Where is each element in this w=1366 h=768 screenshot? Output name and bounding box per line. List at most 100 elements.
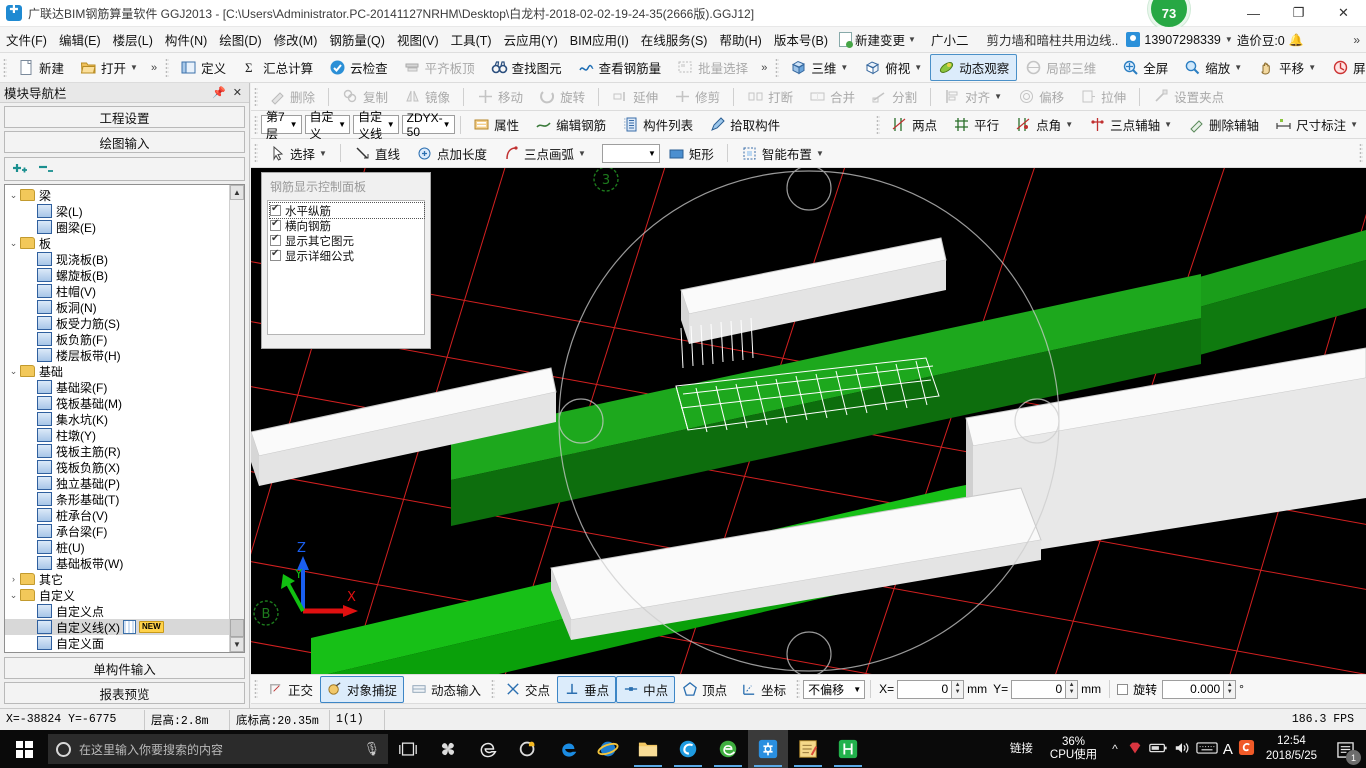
chevron-down-icon[interactable]: ⌄ bbox=[7, 190, 20, 201]
single-component-input-button[interactable]: 单构件输入 bbox=[4, 657, 245, 679]
batch-select-button[interactable]: 批量选择 bbox=[669, 54, 756, 81]
toolbar-overflow-1[interactable]: » bbox=[146, 62, 162, 74]
vertex-snap-toggle[interactable]: 顶点 bbox=[675, 676, 734, 703]
component-type-select[interactable]: 自定义 ▼ bbox=[304, 110, 351, 141]
close-icon[interactable]: ✕ bbox=[233, 86, 242, 99]
orbit-button[interactable]: 动态观察 bbox=[930, 54, 1018, 81]
copy-button[interactable]: 复制 bbox=[334, 83, 396, 110]
component-tree[interactable]: ⌄ 梁梁(L) 圈梁(E) ⌄ 板现浇板(B) 螺旋板(B) 柱帽(V) 板洞(N) 板受力筋(… bbox=[4, 184, 245, 653]
fullscreen-button[interactable]: 全屏 bbox=[1114, 54, 1176, 81]
tree-item[interactable]: 筏板主筋(R) bbox=[5, 443, 229, 459]
account-area[interactable]: 13907298339 ▼ 造价豆:0 🔔 bbox=[1126, 30, 1304, 49]
tree-item[interactable]: 圈梁(E) bbox=[5, 219, 229, 235]
toolbar-grip[interactable] bbox=[1359, 143, 1363, 163]
find-element-button[interactable]: 查找图元 bbox=[483, 54, 570, 81]
rotate-button[interactable]: 旋转 bbox=[531, 83, 593, 110]
align-button[interactable]: 对齐 ▼ bbox=[936, 83, 1010, 110]
scroll-thumb[interactable] bbox=[230, 619, 244, 637]
component-kind-select[interactable]: 自定义线 ▼ bbox=[353, 110, 399, 141]
split-button[interactable]: 分割 bbox=[863, 83, 925, 110]
top-view-button[interactable]: 俯视 ▼ bbox=[856, 54, 930, 81]
tree-item[interactable]: 自定义线(X) NEW bbox=[5, 619, 229, 635]
tree-folder[interactable]: › 其它 bbox=[5, 571, 229, 587]
merge-button[interactable]: 合并 bbox=[801, 83, 863, 110]
tree-item[interactable]: 梁(L) bbox=[5, 203, 229, 219]
tree-folder[interactable]: ⌄ 自定义 bbox=[5, 587, 229, 603]
internet-explorer-icon[interactable] bbox=[588, 730, 628, 768]
battery-icon[interactable] bbox=[1148, 741, 1168, 758]
menu-version[interactable]: 版本号(B) bbox=[768, 27, 834, 52]
menu-online-service[interactable]: 在线服务(S) bbox=[635, 27, 714, 52]
draw-extra-select[interactable]: ▼ bbox=[601, 143, 660, 163]
properties-button[interactable]: 属性 bbox=[465, 111, 527, 138]
move-button[interactable]: 移动 bbox=[469, 83, 531, 110]
toolbar-overflow-2[interactable]: » bbox=[756, 62, 772, 74]
new-button[interactable]: 新建 bbox=[10, 54, 72, 81]
tree-item[interactable]: 板负筋(F) bbox=[5, 331, 229, 347]
edit-rebar-button[interactable]: 编辑钢筋 bbox=[527, 111, 614, 138]
tree-item[interactable]: 筏板基础(M) bbox=[5, 395, 229, 411]
break-button[interactable]: 打断 bbox=[739, 83, 801, 110]
stretch-button[interactable]: 拉伸 bbox=[1072, 83, 1134, 110]
green-browser-icon[interactable] bbox=[708, 730, 748, 768]
point-angle-axis-button[interactable]: 点角 ▼ bbox=[1007, 111, 1081, 138]
tree-item[interactable]: 筏板负筋(X) bbox=[5, 459, 229, 475]
menu-rebar-quantity[interactable]: 钢筋量(Q) bbox=[323, 27, 391, 52]
pick-component-button[interactable]: 拾取构件 bbox=[701, 111, 788, 138]
current-user-label[interactable]: 广小二 bbox=[921, 28, 979, 51]
glodon-cloud-icon[interactable] bbox=[668, 730, 708, 768]
start-button[interactable] bbox=[0, 730, 48, 768]
component-name-select[interactable]: ZDYX-50 ▼ bbox=[401, 111, 455, 139]
line-tool-button[interactable]: 直线 bbox=[346, 140, 408, 167]
perpendicular-snap-toggle[interactable]: 垂点 bbox=[557, 675, 617, 703]
tree-item[interactable]: 桩承台(V) bbox=[5, 507, 229, 523]
3d-viewport[interactable]: 3 B Z X Y 钢筋显示控制面板 ✔ 水平纵筋 ✔ 横向钢筋 ✔ 显示其它图… bbox=[251, 168, 1366, 674]
expand-all-icon[interactable] bbox=[11, 161, 31, 178]
point-length-button[interactable]: 点加长度 bbox=[408, 140, 495, 167]
file-explorer-icon[interactable] bbox=[628, 730, 668, 768]
minimize-button[interactable]: — bbox=[1231, 0, 1276, 27]
component-list-button[interactable]: 构件列表 bbox=[614, 111, 701, 138]
summary-calc-button[interactable]: Σ 汇总计算 bbox=[234, 54, 321, 81]
menu-help[interactable]: 帮助(H) bbox=[713, 27, 767, 52]
chevron-down-icon[interactable]: ▼ bbox=[130, 63, 138, 72]
tree-item[interactable]: 条形基础(T) bbox=[5, 491, 229, 507]
menu-bim-app[interactable]: BIM应用(I) bbox=[564, 27, 635, 52]
three-point-axis-button[interactable]: 三点辅轴 ▼ bbox=[1081, 111, 1180, 138]
tree-item[interactable]: 尺寸标注(W) bbox=[5, 651, 229, 652]
toolbar-grip[interactable] bbox=[796, 679, 801, 699]
ime-A-icon[interactable]: A bbox=[1223, 741, 1233, 758]
tree-scrollbar[interactable]: ▲ ▼ bbox=[229, 185, 244, 652]
extend-button[interactable]: 延伸 bbox=[604, 83, 666, 110]
draw-input-button[interactable]: 绘图输入 bbox=[4, 131, 245, 153]
bell-icon[interactable]: 🔔 bbox=[1289, 33, 1304, 47]
set-grip-button[interactable]: 设置夹点 bbox=[1145, 83, 1232, 110]
toolbar-grip[interactable] bbox=[254, 679, 258, 699]
ruby-icon[interactable] bbox=[1127, 740, 1143, 759]
chevron-down-icon[interactable]: ⌄ bbox=[7, 590, 20, 601]
mirror-button[interactable]: 镜像 bbox=[396, 83, 458, 110]
tree-folder[interactable]: ⌄ 梁 bbox=[5, 187, 229, 203]
tree-item[interactable]: 现浇板(B) bbox=[5, 251, 229, 267]
tip-message[interactable]: 剪力墙和暗柱共用边线.. bbox=[978, 28, 1126, 51]
tree-item[interactable]: 集水坑(K) bbox=[5, 411, 229, 427]
align-slab-top-button[interactable]: 平齐板顶 bbox=[396, 54, 483, 81]
tree-item[interactable]: 板洞(N) bbox=[5, 299, 229, 315]
pan-button[interactable]: 平移 ▼ bbox=[1250, 54, 1324, 81]
dimension-button[interactable]: 尺寸标注 ▼ bbox=[1267, 111, 1366, 138]
notification-center-button[interactable]: 1 bbox=[1328, 730, 1362, 768]
cortana-bell-icon[interactable] bbox=[508, 730, 548, 768]
checkbox-show-detail-formula[interactable] bbox=[270, 248, 281, 261]
chevron-down-icon[interactable]: ▼ bbox=[914, 63, 922, 72]
scroll-up-icon[interactable]: ▲ bbox=[230, 185, 244, 200]
menu-component[interactable]: 构件(N) bbox=[159, 27, 213, 52]
chevron-down-icon[interactable]: ⌄ bbox=[7, 366, 20, 377]
chevron-down-icon[interactable]: ▼ bbox=[1234, 63, 1242, 72]
menu-modify[interactable]: 修改(M) bbox=[268, 27, 324, 52]
x-offset-input[interactable]: 0 bbox=[897, 679, 953, 699]
rebar-option-row[interactable]: 显示其它图元 bbox=[270, 233, 424, 248]
chevron-down-icon[interactable]: ⌄ bbox=[7, 238, 20, 249]
toolbar-grip[interactable] bbox=[254, 86, 258, 107]
edge-browser-icon[interactable] bbox=[548, 730, 588, 768]
link-label[interactable]: 链接 bbox=[1004, 743, 1039, 756]
